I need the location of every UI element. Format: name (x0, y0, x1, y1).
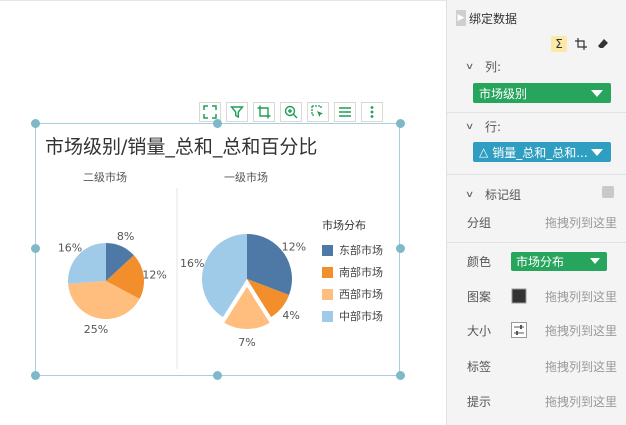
group-drop-zone[interactable]: 拖拽列到这里 (545, 214, 617, 231)
pattern-label: 图案 (467, 289, 492, 304)
legend-item-south[interactable]: 南部市场 (322, 261, 383, 283)
divider (447, 242, 626, 243)
pattern-drop-zone[interactable]: 拖拽列到这里 (545, 288, 617, 305)
legend-item-central[interactable]: 中部市场 (322, 305, 383, 327)
pie-slice-label: 8% (117, 230, 134, 243)
columns-section[interactable]: ∨ 列: (465, 58, 502, 75)
legend-label: 南部市场 (339, 266, 383, 279)
legend-item-east[interactable]: 东部市场 (322, 239, 383, 261)
axis-icon[interactable] (573, 36, 589, 52)
color-row[interactable]: 颜色 市场分布 (467, 251, 617, 271)
dropdown-arrow-icon (591, 90, 603, 97)
canvas-area: 市场级别/销量_总和_总和百分比 二级市场 一级市场 8% 12% 25% 16% 1… (0, 0, 446, 425)
columns-field-pill[interactable]: 市场级别 (473, 83, 611, 103)
legend-label: 东部市场 (339, 244, 383, 257)
columns-label: 列: (485, 60, 502, 74)
pie-secondary-market: 8% 12% 25% 16% (58, 230, 167, 336)
legend-swatch (322, 266, 333, 278)
panel-title: 绑定数据 (469, 12, 518, 26)
rows-field-value: 销量_总和_总和... (492, 145, 588, 160)
size-row[interactable]: 大小 拖拽列到这里 (467, 320, 617, 340)
pie-slice-label: 12% (142, 269, 166, 282)
divider (447, 112, 626, 113)
legend-item-west[interactable]: 西部市场 (322, 283, 383, 305)
legend-swatch (322, 244, 333, 256)
rows-section[interactable]: ∨ 行: (465, 118, 502, 135)
pie-slice-label: 7% (238, 336, 255, 349)
tip-drop-zone[interactable]: 拖拽列到这里 (545, 393, 617, 410)
pie-slice-label: 16% (58, 242, 82, 255)
binding-panel: ▶ 绑定数据 Σ ∨ 列: 市场级别 ∨ 行: △ 销量_总和_总和... ∨ 标记组 … (446, 0, 626, 425)
dropdown-arrow-icon (590, 257, 600, 264)
tag-row[interactable]: 标签 拖拽列到这里 (467, 356, 617, 376)
pattern-icon[interactable] (511, 288, 527, 304)
pie-chart-svg: 8% 12% 25% 16% 12% 4% 7% 16% (58, 188, 306, 369)
sum-icon[interactable]: Σ (551, 36, 567, 52)
dropdown-arrow-icon (591, 149, 603, 156)
pie-primary-market: 12% 4% 7% 16% (180, 234, 306, 349)
legend: 市场分布 东部市场 南部市场 西部市场 中部市场 (322, 217, 383, 327)
pie-slice-label: 12% (282, 241, 306, 254)
divider (447, 174, 626, 175)
color-label: 颜色 (467, 254, 492, 269)
pie-slice-label: 16% (180, 257, 204, 270)
rows-field-pill[interactable]: △ 销量_总和_总和... (473, 142, 611, 162)
legend-label: 西部市场 (339, 288, 383, 301)
pattern-row[interactable]: 图案 拖拽列到这里 (467, 286, 617, 306)
pie-slice-label: 4% (282, 309, 299, 322)
eraser-icon[interactable] (595, 36, 611, 52)
marks-label: 标记组 (485, 188, 522, 202)
color-field-pill[interactable]: 市场分布 (511, 251, 607, 271)
chevron-right-icon: ▶ (457, 13, 465, 23)
rows-label: 行: (485, 120, 502, 134)
tip-row[interactable]: 提示 拖拽列到这里 (467, 391, 617, 411)
chevron-down-icon: ∨ (465, 61, 475, 72)
tag-drop-zone[interactable]: 拖拽列到这里 (545, 358, 617, 375)
group-label: 分组 (467, 215, 492, 230)
legend-label: 中部市场 (339, 310, 383, 323)
tip-label: 提示 (467, 394, 492, 409)
panel-collapse-button[interactable]: ▶ (456, 10, 466, 26)
legend-swatch (322, 310, 333, 322)
legend-title: 市场分布 (322, 219, 366, 232)
columns-field-value: 市场级别 (479, 86, 528, 101)
color-field-value: 市场分布 (516, 254, 565, 269)
chevron-down-icon: ∨ (465, 121, 475, 132)
size-drop-zone[interactable]: 拖拽列到这里 (545, 322, 617, 339)
legend-swatch (322, 288, 333, 300)
size-label: 大小 (467, 323, 492, 338)
chevron-down-icon: ∨ (465, 189, 475, 200)
marks-settings-icon[interactable] (602, 186, 614, 198)
tag-label: 标签 (467, 359, 492, 374)
pie-slice-label: 25% (84, 323, 108, 336)
panel-icon-group: Σ (551, 36, 611, 52)
marks-section[interactable]: ∨ 标记组 (465, 186, 522, 203)
triangle-icon: △ (479, 145, 489, 159)
group-row[interactable]: 分组 拖拽列到这里 (467, 212, 617, 232)
size-slider-icon[interactable] (511, 322, 527, 338)
